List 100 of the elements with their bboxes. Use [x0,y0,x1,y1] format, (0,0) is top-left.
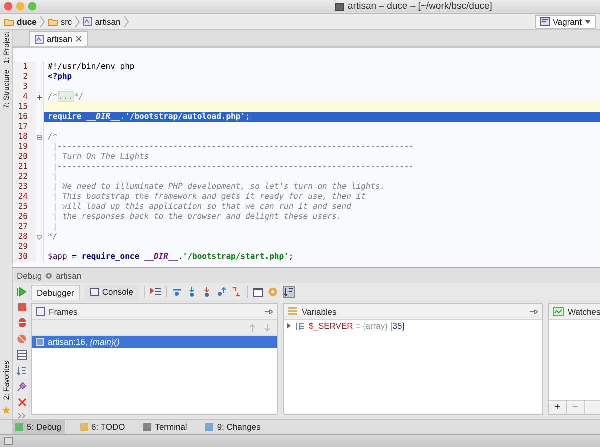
code-line: | Turn On The Lights [43,152,600,162]
list-icon [288,307,298,316]
line-number: 2 [13,72,36,82]
code-line: | [43,172,600,182]
code-line: <?php [43,72,600,82]
line-number: 22 [13,172,36,182]
run-to-cursor-icon[interactable] [232,287,242,297]
config-icon [540,17,550,26]
code-line: | We need to illuminate PHP development, so let's turn on the lights. [43,182,600,192]
more-icon[interactable] [18,413,26,419]
breadcrumb-item[interactable]: duce [4,16,37,26]
watch-button[interactable]: + [549,401,567,414]
square-icon [80,422,88,432]
folder-icon [48,18,58,26]
line-number: 17 [13,122,36,132]
code-line: |-------------------------------------------------------------------------- [43,162,600,172]
panel-title: Variables [302,306,337,316]
square-icon [143,422,152,432]
breakpoints-icon[interactable] [18,318,26,328]
window-title: artisan – duce – [~/work/bsc/duce] [348,1,492,12]
frame-icon [36,338,44,346]
run-config-name: artisan [56,270,82,280]
fold-end-icon[interactable] [37,234,42,240]
variable-entry[interactable]: $_SERVER = {array} [35] [309,321,405,331]
stack-frame[interactable]: artisan:16, {main}() [32,336,277,348]
line-number: 24 [13,192,36,202]
line-number: 30 [13,252,36,262]
debugger-tab[interactable]: Debugger [31,284,80,300]
run-config-dropdown[interactable]: Vagrant [534,14,596,28]
debugger-tab[interactable]: Console [85,284,139,300]
line-number: 1 [13,62,36,72]
square-icon [15,422,24,432]
line-number: 21 [13,162,36,172]
line-number: 19 [13,142,36,152]
chevron-icon [124,16,129,28]
line-number: 3 [13,82,36,92]
editor-tab[interactable]: artisan [29,31,88,46]
breadcrumb-item[interactable]: src [48,16,72,26]
console-icon [90,288,100,296]
line-number: 25 [13,202,36,212]
step-out-icon[interactable] [216,287,227,297]
collapse-icon[interactable] [37,134,42,140]
square-icon [205,422,214,432]
chevron-icon [40,16,45,28]
close-icon[interactable] [18,398,26,407]
star-icon [2,406,10,415]
tool-window-tab[interactable]: 6: TODO [76,420,128,434]
stop-icon[interactable] [18,303,26,312]
close-icon[interactable] [76,36,82,42]
show-execution-point-icon[interactable] [150,287,161,297]
resume-icon[interactable] [17,287,27,297]
code-line: | This bootstrap the framework and gets it ready for use, then it [43,192,600,202]
layout-icon[interactable] [17,350,27,360]
line-number: 4 [13,92,36,102]
panel-title: Debug [17,270,42,280]
line-number: 23 [13,182,36,192]
tab-label: artisan [47,34,73,44]
tool-window-tab[interactable]: 9: Changes [202,420,264,434]
file-icon [35,34,44,44]
tool-window-tab[interactable]: 5: Debug [12,420,64,434]
code-line: $app = require_once __DIR__.'/bootstrap/start.php'; [43,252,600,262]
line-number: 28 [13,232,36,242]
folder-icon [4,18,14,26]
line-number: 15 [13,102,36,112]
evaluate-icon[interactable] [252,288,263,296]
code-line: #!/usr/bin/env php [43,62,600,72]
frames-icon [36,307,45,316]
chevron-icon [75,16,80,28]
line-number: 27 [13,222,36,232]
sort-toggle-icon[interactable] [282,286,295,298]
code-line: | [43,222,600,232]
tool-window-tab[interactable]: Terminal [140,420,190,434]
force-step-into-icon[interactable] [202,287,212,297]
mute-breakpoints-icon[interactable] [17,334,27,344]
gear-icon [45,272,54,280]
file-icon [83,17,92,26]
code-line: | will load up this application so that we can run it and send [43,202,600,212]
window-icon [335,2,344,10]
line-number: 20 [13,152,36,162]
code-line: /* [43,132,600,142]
code-line: | the responses back to the browser and delight these users. [43,212,600,222]
watch-icon[interactable] [268,287,278,297]
step-over-icon[interactable] [172,287,182,297]
expand-arrow-icon[interactable] [286,323,292,329]
line-number: 26 [13,212,36,222]
code-line: |-------------------------------------------------------------------------- [43,142,600,152]
breadcrumb-item[interactable]: artisan [83,16,121,26]
step-into-icon[interactable] [186,287,197,297]
line-number: 18 [13,132,36,142]
close-button[interactable] [4,2,13,11]
watches-icon [553,307,564,316]
tool-windows-icon[interactable] [4,437,13,445]
code-line: */ [43,232,600,242]
line-number: 16 [13,112,36,122]
line-number: 29 [13,242,36,252]
expand-icon[interactable] [37,94,42,100]
sort-icon[interactable] [17,366,27,376]
array-icon [296,322,305,330]
caret-icon [585,20,591,24]
panel-title: Frames [49,306,78,316]
